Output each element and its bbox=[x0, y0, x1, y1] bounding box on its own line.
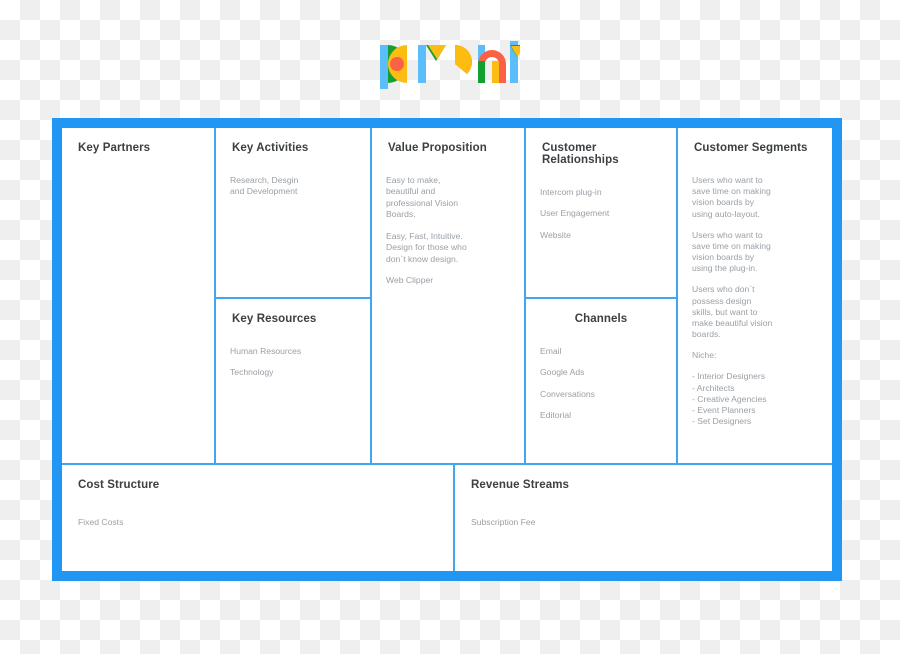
entry: Research, Desgin and Development bbox=[230, 175, 299, 197]
block-title: Value Proposition bbox=[388, 142, 487, 154]
entry-niche-label: Niche: bbox=[692, 350, 717, 361]
canvas-grid: Key Partners Key Activities Research, De… bbox=[62, 128, 832, 571]
prsnl-logo bbox=[380, 41, 520, 89]
block-title: Key Resources bbox=[232, 313, 317, 325]
block-entries: Email Google Ads Conversations Editorial bbox=[526, 346, 676, 422]
entry: Google Ads bbox=[540, 367, 585, 378]
entry: Subscription Fee bbox=[471, 517, 536, 527]
block-key-activities[interactable]: Key Activities Research, Desgin and Deve… bbox=[214, 128, 370, 297]
logo-area bbox=[0, 30, 900, 94]
block-title: Customer Relationships bbox=[542, 142, 619, 166]
entry: User Engagement bbox=[540, 208, 610, 219]
block-entries: Easy to make, beautiful and professional… bbox=[372, 175, 524, 286]
entry: Users who don`t possess design skills, b… bbox=[692, 284, 773, 340]
block-customer-relationships[interactable]: Customer Relationships Intercom plug-in … bbox=[524, 128, 676, 297]
block-title: Key Activities bbox=[232, 142, 309, 154]
block-customer-segments[interactable]: Customer Segments Users who want to save… bbox=[676, 128, 832, 463]
block-entries: Human Resources Technology bbox=[216, 346, 370, 379]
entry: Website bbox=[540, 229, 571, 240]
block-channels[interactable]: Channels Email Google Ads Conversations … bbox=[524, 297, 676, 463]
block-entries: Subscription Fee bbox=[455, 517, 832, 528]
entry: Email bbox=[540, 346, 562, 356]
block-title: Key Partners bbox=[78, 142, 151, 154]
block-value-proposition[interactable]: Value Proposition Easy to make, beautifu… bbox=[370, 128, 524, 463]
block-title: Customer Segments bbox=[694, 142, 808, 154]
entry: Human Resources bbox=[230, 346, 302, 356]
block-entries: Research, Desgin and Development bbox=[216, 175, 370, 198]
entry: Technology bbox=[230, 367, 274, 378]
block-key-resources[interactable]: Key Resources Human Resources Technology bbox=[214, 297, 370, 463]
entry: Fixed Costs bbox=[78, 517, 124, 527]
entry-niche-list: - Interior Designers - Architects - Crea… bbox=[692, 371, 767, 427]
entry: Users who want to save time on making vi… bbox=[692, 175, 771, 219]
canvas-frame: Key Partners Key Activities Research, De… bbox=[52, 118, 842, 581]
entry: Easy, Fast, Intuitive. Design for those … bbox=[386, 230, 467, 264]
block-entries: Intercom plug-in User Engagement Website bbox=[526, 187, 676, 241]
block-revenue-streams[interactable]: Revenue Streams Subscription Fee bbox=[453, 463, 832, 571]
entry: Users who want to save time on making vi… bbox=[692, 229, 771, 274]
block-entries: Fixed Costs bbox=[62, 517, 453, 528]
block-cost-structure[interactable]: Cost Structure Fixed Costs bbox=[62, 463, 453, 571]
entry: Intercom plug-in bbox=[540, 187, 602, 197]
entry: Conversations bbox=[540, 388, 595, 399]
block-title: Channels bbox=[574, 313, 628, 325]
entry: Editorial bbox=[540, 410, 572, 421]
entry: Easy to make, beautiful and professional… bbox=[386, 175, 458, 220]
block-entries: Users who want to save time on making vi… bbox=[678, 175, 832, 427]
block-title: Revenue Streams bbox=[471, 479, 570, 491]
entry: Web Clipper bbox=[386, 274, 434, 285]
block-title: Cost Structure bbox=[78, 479, 160, 491]
block-key-partners[interactable]: Key Partners bbox=[62, 128, 214, 463]
